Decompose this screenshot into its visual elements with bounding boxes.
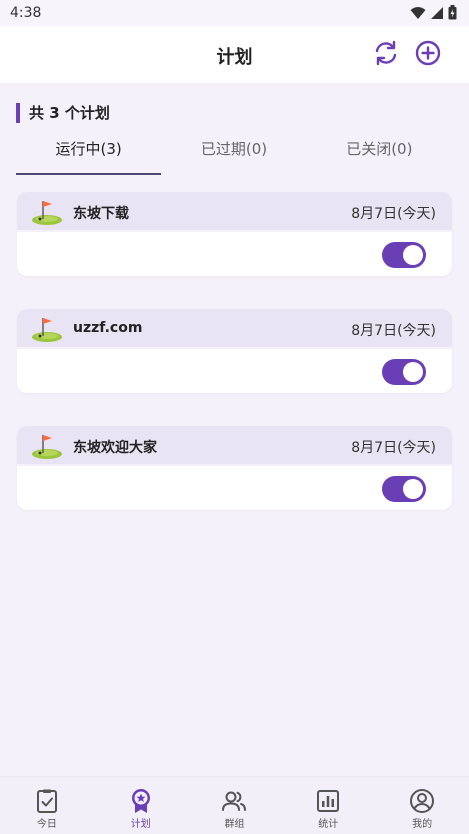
plan-card-header: uzzf.com 8月7日(今天) (17, 309, 452, 349)
plan-name: 东坡下载 (73, 206, 129, 222)
signal-icon (431, 6, 443, 19)
plan-name: 东坡欢迎大家 (73, 440, 157, 456)
plus-circle-icon (415, 40, 441, 66)
nav-item-groups[interactable]: 群组 (188, 777, 282, 834)
plan-enabled-toggle[interactable] (382, 242, 426, 268)
chart-icon (317, 790, 340, 812)
app-header: 计划 (0, 26, 469, 83)
battery-icon (448, 5, 457, 20)
plan-card-header: 东坡下载 8月7日(今天) (17, 192, 452, 232)
golf-flag-icon (32, 435, 62, 459)
plan-enabled-toggle[interactable] (382, 476, 426, 502)
plan-name: uzzf.com (73, 320, 143, 336)
golf-flag-icon (32, 201, 62, 225)
user-circle-icon (410, 789, 435, 813)
status-bar: 4:38 (0, 0, 469, 26)
badge-star-icon (131, 789, 150, 813)
plan-date: 8月7日(今天) (351, 206, 436, 222)
plan-date: 8月7日(今天) (351, 440, 436, 456)
nav-label: 今日 (36, 819, 57, 830)
plan-count-summary: 共 3 个计划 (16, 103, 110, 123)
nav-label: 群组 (224, 819, 245, 830)
status-icons (410, 5, 457, 20)
add-plan-button[interactable] (414, 39, 442, 67)
users-icon (222, 791, 247, 811)
nav-label: 计划 (130, 819, 151, 830)
plan-enabled-toggle[interactable] (382, 359, 426, 385)
tab-closed[interactable]: 已关闭(0) (307, 136, 452, 176)
plan-date: 8月7日(今天) (351, 323, 436, 339)
toggle-knob (403, 479, 423, 499)
nav-label: 我的 (412, 819, 433, 830)
golf-flag-icon (32, 318, 62, 342)
wifi-icon (410, 6, 426, 19)
tab-running[interactable]: 运行中(3) (16, 136, 162, 176)
nav-item-stats[interactable]: 统计 (281, 777, 375, 834)
toggle-knob (403, 362, 423, 382)
nav-item-today[interactable]: 今日 (0, 777, 94, 834)
plan-card[interactable]: 东坡欢迎大家 8月7日(今天) (17, 426, 452, 510)
nav-item-plans[interactable]: 计划 (94, 777, 188, 834)
plan-status-tabs: 运行中(3) 已过期(0) 已关闭(0) (16, 136, 452, 176)
toggle-knob (403, 245, 423, 265)
status-time: 4:38 (10, 5, 42, 21)
plan-card[interactable]: uzzf.com 8月7日(今天) (17, 309, 452, 393)
tab-expired[interactable]: 已过期(0) (161, 136, 306, 176)
nav-label: 统计 (318, 819, 339, 830)
refresh-button[interactable] (372, 39, 400, 67)
plan-card-header: 东坡欢迎大家 8月7日(今天) (17, 426, 452, 466)
bottom-nav: 今日 计划 群组 统计 我的 (0, 776, 469, 834)
nav-item-profile[interactable]: 我的 (375, 777, 469, 834)
plan-card[interactable]: 东坡下载 8月7日(今天) (17, 192, 452, 276)
clipboard-check-icon (36, 789, 57, 813)
refresh-icon (375, 40, 397, 66)
